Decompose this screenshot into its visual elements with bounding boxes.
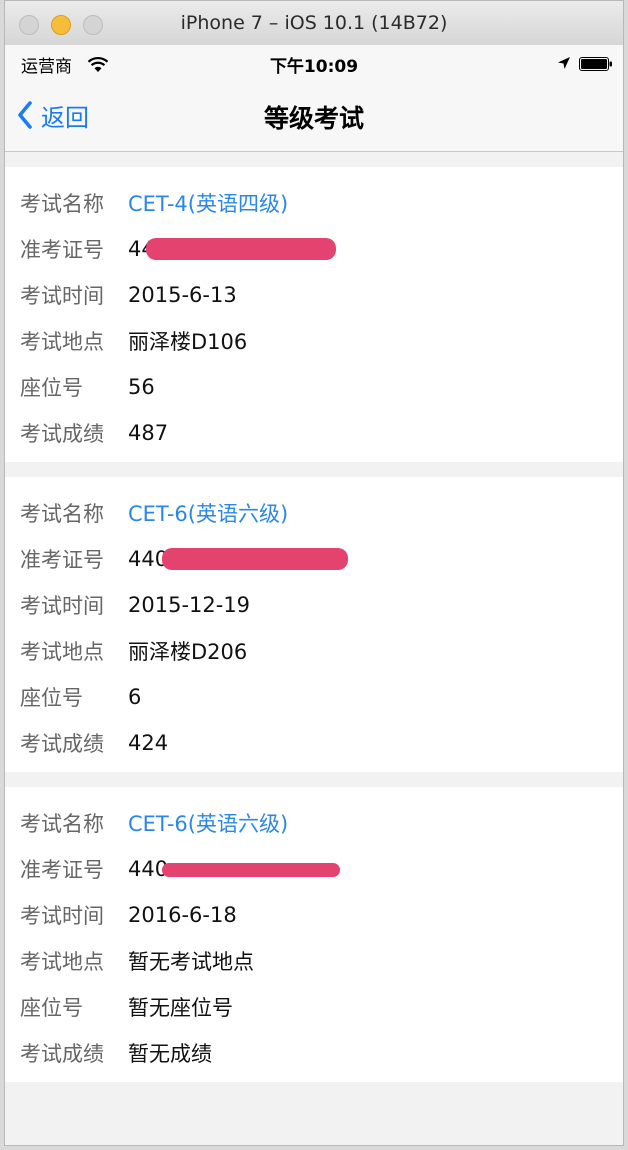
location-value: 丽泽楼D206 [128,640,248,664]
seat-row: 座位号 6 [5,674,623,720]
location-arrow-icon [558,57,570,69]
ticket-row: 准考证号 440 [5,846,623,892]
exam-name-link[interactable]: CET-6(英语六级) [128,808,288,838]
location-row: 考试地点 丽泽楼D206 [5,628,623,674]
ticket-value-wrap: 440 [128,857,340,881]
exam-time-value: 2016-6-18 [128,903,237,927]
location-label: 考试地点 [20,330,104,354]
location-value: 丽泽楼D106 [128,330,248,354]
score-label: 考试成绩 [20,422,104,446]
redaction-mark [162,548,348,570]
exam-time-label: 考试时间 [20,284,104,308]
ticket-value-wrap: 44 [128,237,336,261]
exam-name-row: 考试名称 CET-6(英语六级) [5,800,623,846]
ticket-row: 准考证号 44 [5,226,623,272]
exam-card: 考试名称 CET-6(英语六级) 准考证号 440 考试时间 2015-12-1… [5,477,623,772]
location-label: 考试地点 [20,950,104,974]
ticket-label: 准考证号 [20,858,104,882]
location-value: 暂无考试地点 [128,950,254,974]
score-value: 424 [128,731,169,755]
exam-time-label: 考试时间 [20,904,104,928]
exam-list[interactable]: 考试名称 CET-4(英语四级) 准考证号 44 考试时间 2015-6-13 … [5,152,623,1145]
exam-time-row: 考试时间 2015-12-19 [5,582,623,628]
seat-label: 座位号 [20,376,83,400]
exam-name-link[interactable]: CET-4(英语四级) [128,188,288,218]
seat-value: 56 [128,375,155,399]
exam-card: 考试名称 CET-4(英语四级) 准考证号 44 考试时间 2015-6-13 … [5,167,623,462]
exam-time-row: 考试时间 2015-6-13 [5,272,623,318]
window-titlebar: iPhone 7 – iOS 10.1 (14B72) [5,1,623,46]
navigation-bar: 返回 等级考试 [5,81,623,152]
window-title: iPhone 7 – iOS 10.1 (14B72) [180,12,448,34]
exam-time-value: 2015-6-13 [128,283,237,307]
seat-row: 座位号 56 [5,364,623,410]
location-row: 考试地点 暂无考试地点 [5,938,623,984]
redaction-mark [146,238,336,260]
ticket-label: 准考证号 [20,548,104,572]
exam-name-row: 考试名称 CET-6(英语六级) [5,490,623,536]
exam-name-label: 考试名称 [20,502,104,526]
score-value: 487 [128,421,169,445]
exam-time-row: 考试时间 2016-6-18 [5,892,623,938]
exam-card: 考试名称 CET-6(英语六级) 准考证号 440 考试时间 2016-6-18… [5,787,623,1082]
seat-row: 座位号 暂无座位号 [5,984,623,1030]
ios-status-bar: 运营商 下午10:09 [5,45,623,81]
score-value: 暂无成绩 [128,1042,212,1066]
seat-label: 座位号 [20,996,83,1020]
location-row: 考试地点 丽泽楼D106 [5,318,623,364]
exam-time-value: 2015-12-19 [128,593,251,617]
score-row: 考试成绩 暂无成绩 [5,1030,623,1076]
exam-name-label: 考试名称 [20,192,104,216]
ticket-value-wrap: 440 [128,547,348,571]
exam-time-label: 考试时间 [20,594,104,618]
exam-name-label: 考试名称 [20,812,104,836]
seat-value: 暂无座位号 [128,996,233,1020]
status-time: 下午10:09 [269,57,359,77]
ticket-row: 准考证号 440 [5,536,623,582]
ticket-label: 准考证号 [20,238,104,262]
score-label: 考试成绩 [20,1042,104,1066]
location-label: 考试地点 [20,640,104,664]
seat-label: 座位号 [20,686,83,710]
exam-name-row: 考试名称 CET-4(英语四级) [5,180,623,226]
battery-icon [579,57,612,71]
page-title: 等级考试 [263,104,364,133]
simulator-window: iPhone 7 – iOS 10.1 (14B72) 运营商 下午10:09 … [4,0,624,1146]
exam-name-link[interactable]: CET-6(英语六级) [128,498,288,528]
seat-value: 6 [128,685,142,709]
score-row: 考试成绩 487 [5,410,623,456]
score-label: 考试成绩 [20,732,104,756]
redaction-mark [162,863,340,877]
score-row: 考试成绩 424 [5,720,623,766]
